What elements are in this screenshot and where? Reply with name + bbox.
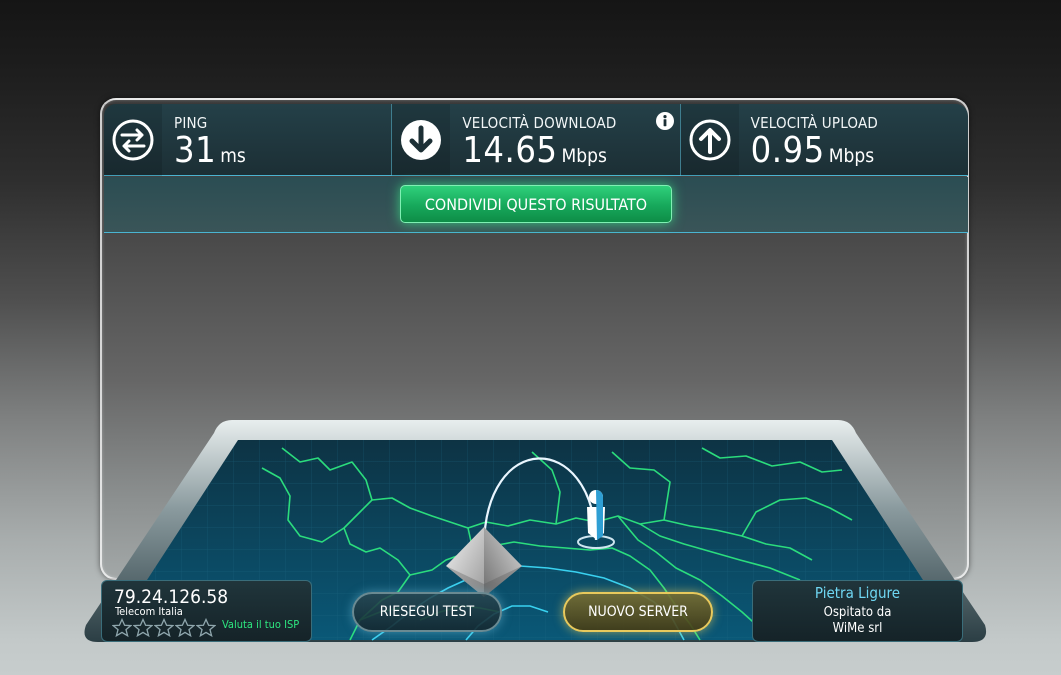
isp-rating-stars[interactable] [112, 618, 216, 638]
hosted-by-label: Ospitato da [823, 605, 892, 620]
star-icon[interactable] [112, 618, 132, 638]
server-map [84, 420, 987, 642]
star-icon[interactable] [196, 618, 216, 638]
star-icon[interactable] [154, 618, 174, 638]
star-icon[interactable] [175, 618, 195, 638]
server-sponsor: WiMe srl [832, 621, 883, 636]
rate-isp-link[interactable]: Valuta il tuo ISP [222, 619, 302, 630]
star-icon[interactable] [133, 618, 153, 638]
retest-button[interactable]: RIESEGUI TEST [352, 592, 502, 632]
server-city: Pietra Ligure [814, 584, 901, 602]
new-server-button[interactable]: NUOVO SERVER [563, 592, 713, 632]
client-info-box: 79.24.126.58 Telecom Italia Valuta il tu… [101, 580, 312, 642]
isp-name: Telecom Italia [115, 605, 183, 618]
server-info-box: Pietra Ligure Ospitato da WiMe srl [752, 580, 963, 642]
